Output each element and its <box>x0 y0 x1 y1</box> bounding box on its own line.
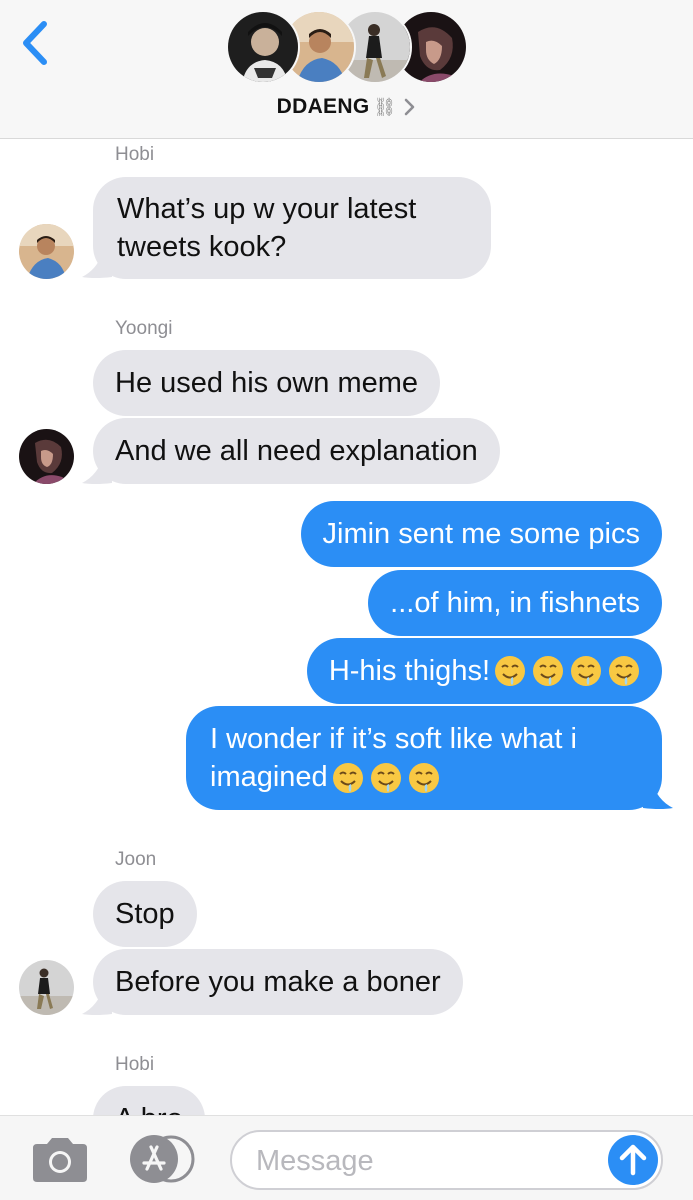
group-title[interactable]: DDAENG ⛓ <box>0 92 693 122</box>
bubble-tail <box>82 455 112 484</box>
message-list[interactable]: Hobi What’s up w your latest tweets kook… <box>0 139 693 1115</box>
sender-name: Joon <box>115 849 157 870</box>
drooling-face-emoji <box>495 656 525 686</box>
avatar[interactable] <box>19 429 74 484</box>
drooling-face-emoji <box>332 763 363 794</box>
chain-emoji: ⛓ <box>373 96 397 117</box>
message-text: Jimin sent me some pics <box>322 518 641 550</box>
send-button[interactable] <box>608 1135 658 1185</box>
sender-name: Hobi <box>115 1054 155 1075</box>
message-text: ...of him, in fishnets <box>390 587 640 619</box>
compose-bar <box>0 1115 693 1200</box>
conversation-header: DDAENG ⛓ <box>0 0 693 139</box>
chevron-left-icon <box>23 21 47 65</box>
camera-button[interactable] <box>29 1136 91 1184</box>
drooling-face-emoji <box>609 656 639 686</box>
emoji-row <box>494 655 640 687</box>
back-button[interactable] <box>14 18 58 68</box>
message-text: He used his own meme <box>115 367 419 399</box>
drooling-face-emoji <box>571 656 601 686</box>
message-text: H-his thighs! <box>328 655 490 687</box>
app-store-icon <box>130 1135 195 1183</box>
message-bubble[interactable]: What’s up w your latest tweets kook? <box>93 177 491 279</box>
message-bubble[interactable]: A bro <box>93 1086 205 1115</box>
group-name: DDAENG <box>276 95 370 118</box>
sender-name: Hobi <box>115 144 155 165</box>
message-text: Stop <box>115 898 175 930</box>
message-text: Before you make a boner <box>115 966 441 998</box>
camera-icon <box>33 1138 87 1182</box>
message-text: What’s up w your latest tweets kook? <box>117 193 417 263</box>
sender-name: Yoongi <box>115 318 173 339</box>
avatar <box>226 10 300 84</box>
avatar[interactable] <box>19 960 74 1015</box>
drooling-face-emoji <box>370 763 401 794</box>
message-bubble[interactable]: He used his own meme <box>93 350 441 416</box>
message-text: And we all need explanation <box>115 435 478 467</box>
message-text: A bro <box>115 1101 183 1115</box>
message-bubble[interactable]: Before you make a boner <box>93 949 463 1015</box>
bubble-tail <box>643 780 673 809</box>
drooling-face-emoji <box>408 763 439 794</box>
avatar[interactable] <box>19 224 74 279</box>
message-field[interactable] <box>230 1130 663 1190</box>
emoji-row <box>332 762 440 794</box>
message-bubble[interactable]: H-his thighs! <box>306 638 662 704</box>
bubble-tail <box>82 249 112 278</box>
message-input[interactable] <box>256 1142 596 1180</box>
message-bubble[interactable]: And we all need explanation <box>93 418 500 484</box>
apps-button[interactable] <box>128 1133 198 1185</box>
message-bubble[interactable]: Jimin sent me some pics <box>300 501 662 567</box>
arrow-up-icon <box>608 1135 658 1185</box>
message-bubble[interactable]: Stop <box>93 881 197 947</box>
bubble-tail <box>82 986 112 1015</box>
message-bubble[interactable]: I wonder if it’s soft like what i imagin… <box>186 706 662 810</box>
drooling-face-emoji <box>533 656 563 686</box>
group-avatars[interactable] <box>226 10 468 86</box>
message-bubble[interactable]: ...of him, in fishnets <box>368 570 662 636</box>
chevron-right-icon <box>405 98 415 116</box>
